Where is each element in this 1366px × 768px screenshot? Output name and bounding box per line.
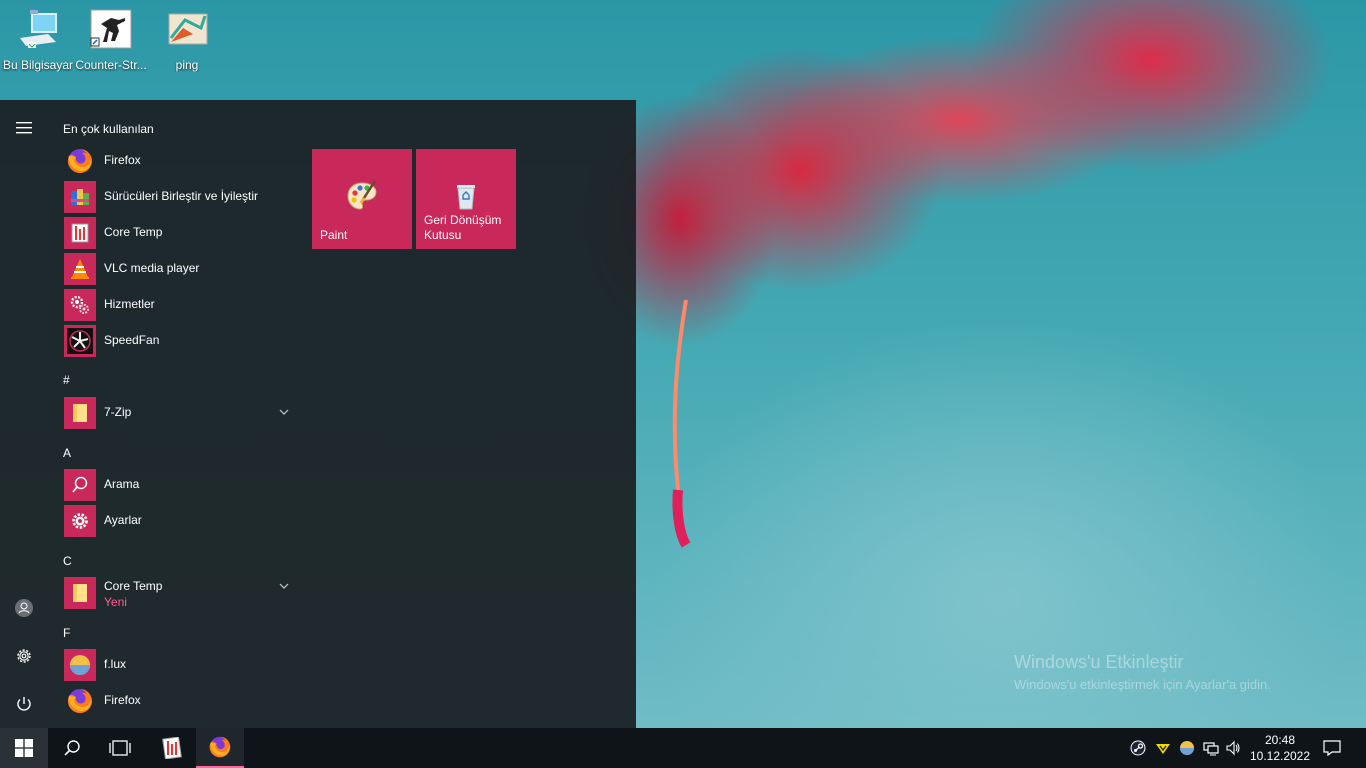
recycle-bin-icon (457, 185, 475, 210)
firefox-icon (209, 736, 231, 758)
task-view-button[interactable] (96, 728, 144, 768)
clock-time: 20:48 (1264, 733, 1296, 747)
desktop-icon-ping[interactable]: ping (149, 6, 225, 76)
app-label: Core Temp (104, 579, 163, 593)
network-icon[interactable] (1203, 740, 1219, 756)
taskbar-search-button[interactable] (48, 728, 96, 768)
firefox-icon (64, 145, 96, 177)
tile-recycle-bin[interactable]: Geri Dönüşüm Kutusu (416, 149, 516, 249)
tile-paint[interactable]: Paint (312, 149, 412, 249)
windows-logo-icon (15, 739, 33, 757)
app-label: f.lux (104, 657, 127, 671)
user-avatar-icon (15, 599, 33, 617)
gear-icon (17, 649, 31, 663)
desktop-icon-label: Counter-Str... (75, 58, 147, 72)
taskbar: 20:48 10.12.2022 (0, 728, 1366, 768)
flux-tray-icon[interactable] (1179, 740, 1195, 756)
start-button[interactable] (0, 728, 48, 768)
hamburger-icon (16, 122, 32, 134)
app-item-flux[interactable]: f.lux (64, 648, 298, 682)
clock-date: 10.12.2022 (1249, 749, 1311, 763)
speedfan-icon (64, 325, 96, 357)
flux-icon (64, 649, 96, 681)
user-account-button[interactable] (0, 588, 48, 628)
app-label: Core Temp (104, 225, 163, 239)
activation-title: Windows'u Etkinleştir (1014, 652, 1184, 672)
app-label: 7-Zip (104, 405, 132, 419)
app-item-core-temp[interactable]: Core Temp (64, 216, 298, 250)
defrag-icon (64, 181, 96, 213)
task-view-icon (109, 740, 131, 756)
core-temp-icon (64, 217, 96, 249)
desktop-icon-counter-strike[interactable]: Counter-Str... (73, 6, 149, 76)
volume-icon[interactable] (1225, 740, 1241, 756)
paint-palette-icon (347, 180, 377, 210)
search-icon (64, 740, 80, 756)
app-item-7zip-folder[interactable]: 7-Zip (64, 396, 298, 430)
app-item-ayarlar[interactable]: Ayarlar (64, 504, 298, 538)
counter-strike-icon (89, 8, 133, 50)
tile-label: Geri Dönüşüm Kutusu (424, 213, 502, 242)
app-label: SpeedFan (104, 333, 160, 347)
folder-icon (64, 577, 96, 609)
start-menu-rail (0, 100, 48, 728)
app-label: Firefox (104, 153, 141, 167)
steam-icon[interactable] (1130, 740, 1146, 756)
flower-stamen (672, 300, 691, 548)
app-item-core-temp-folder[interactable]: Core Temp Yeni (64, 576, 298, 616)
vlc-icon (64, 253, 96, 285)
app-label: Sürücüleri Birleştir ve İyileştir (104, 189, 259, 203)
app-item-services[interactable]: Hizmetler (64, 288, 298, 322)
firefox-icon (64, 685, 96, 717)
tray-app-icon[interactable] (1155, 740, 1171, 756)
app-item-defrag[interactable]: Sürücüleri Birleştir ve İyileştir (64, 180, 298, 214)
section-letter[interactable]: F (63, 626, 70, 640)
app-label: Hizmetler (104, 297, 155, 311)
app-item-arama[interactable]: Arama (64, 468, 298, 502)
activation-watermark: Windows'u Etkinleştir Windows'u etkinleş… (1014, 652, 1271, 692)
gear-icon (64, 505, 96, 537)
taskbar-firefox[interactable] (196, 728, 244, 768)
activation-subtitle: Windows'u etkinleştirmek için Ayarlar'a … (1014, 677, 1271, 692)
app-item-firefox-2[interactable]: Firefox (64, 684, 298, 718)
section-letter[interactable]: C (63, 554, 72, 568)
most-used-header: En çok kullanılan (63, 122, 154, 136)
core-temp-icon (162, 737, 182, 759)
chevron-down-icon[interactable] (278, 580, 290, 592)
settings-rail-button[interactable] (0, 636, 48, 676)
app-label: Firefox (104, 693, 141, 707)
desktop-icon-label: ping (175, 58, 199, 72)
folder-icon (64, 397, 96, 429)
desktop-icon-label: Bu Bilgisayar (2, 58, 74, 72)
chevron-down-icon[interactable] (278, 406, 290, 418)
services-icon (64, 289, 96, 321)
power-icon (17, 697, 31, 711)
computer-icon (16, 8, 60, 50)
section-letter[interactable]: # (63, 373, 70, 387)
search-icon (64, 469, 96, 501)
app-list[interactable]: En çok kullanılan Firefox Sürücüleri Bir… (48, 100, 298, 728)
taskbar-core-temp[interactable] (148, 728, 196, 768)
section-letter[interactable]: A (63, 446, 71, 460)
notification-icon (1323, 740, 1341, 757)
hamburger-menu-button[interactable] (0, 108, 48, 148)
taskbar-clock[interactable]: 20:48 10.12.2022 (1240, 732, 1320, 764)
tile-label: Paint (320, 228, 348, 242)
app-item-speedfan[interactable]: SpeedFan (64, 324, 298, 358)
action-center-button[interactable] (1310, 728, 1354, 768)
power-button[interactable] (0, 684, 48, 724)
app-label: VLC media player (104, 261, 200, 275)
app-label: Ayarlar (104, 513, 142, 527)
app-label: Arama (104, 477, 140, 491)
ping-shortcut-icon (165, 8, 209, 50)
app-item-vlc[interactable]: VLC media player (64, 252, 298, 286)
new-badge: Yeni (104, 595, 127, 609)
start-menu: En çok kullanılan Firefox Sürücüleri Bir… (0, 100, 636, 728)
app-item-firefox[interactable]: Firefox (64, 144, 298, 178)
desktop-icon-this-pc[interactable]: Bu Bilgisayar (0, 6, 76, 76)
